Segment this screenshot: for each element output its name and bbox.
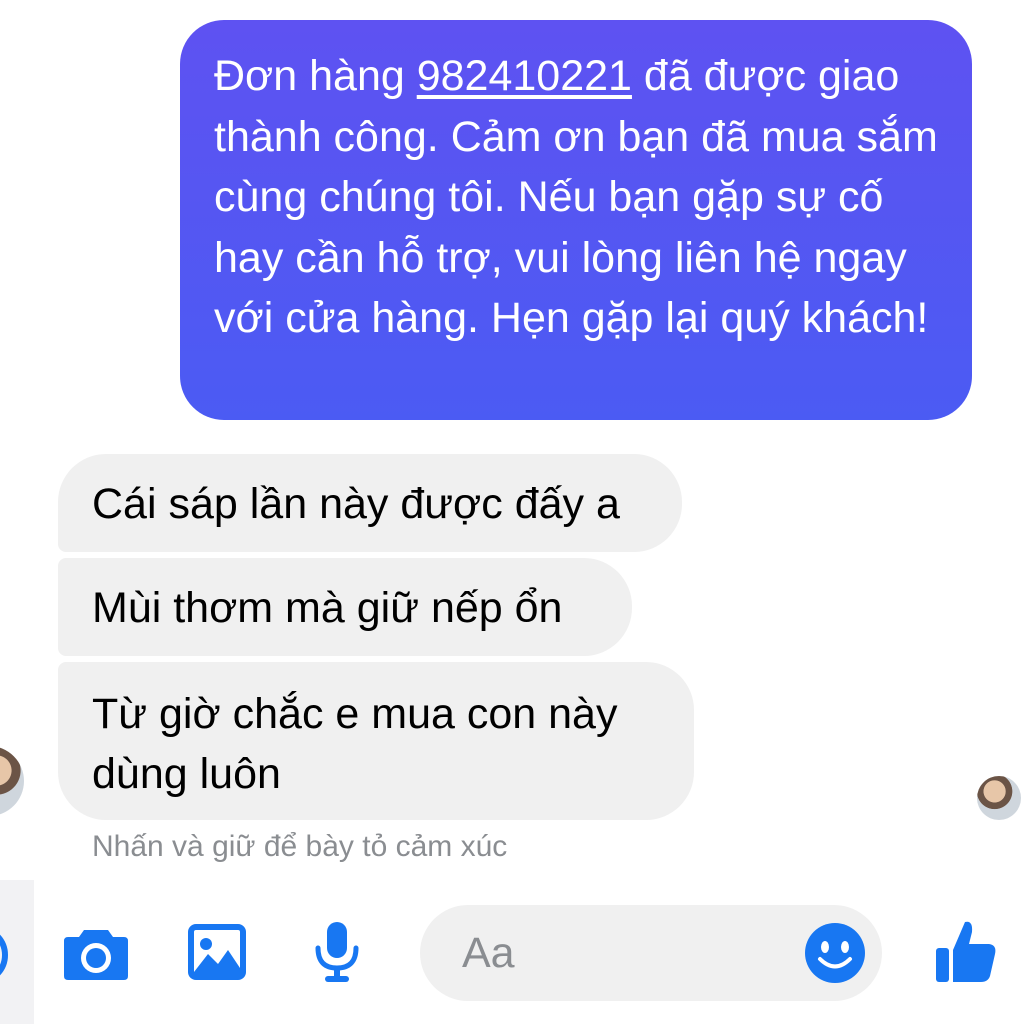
emoji-icon[interactable]: [804, 922, 866, 984]
microphone-icon[interactable]: [312, 920, 362, 984]
message-input-placeholder: Aa: [462, 929, 515, 977]
sent-message-bubble[interactable]: Đơn hàng 982410221 đã được giao thành cô…: [180, 20, 972, 420]
received-message-bubble[interactable]: Mùi thơm mà giữ nếp ổn: [58, 558, 632, 656]
received-message-text: Cái sáp lần này được đấy a: [92, 480, 620, 528]
reaction-hint: Nhấn và giữ để bày tỏ cảm xúc: [92, 830, 508, 863]
sent-message-prefix: Đơn hàng: [214, 52, 417, 100]
order-id-link[interactable]: 982410221: [417, 52, 632, 100]
seen-avatar: [977, 776, 1021, 820]
camera-icon[interactable]: [62, 926, 130, 982]
received-message-text: Từ giờ chắc e mua con này dùng luôn: [92, 690, 618, 798]
contact-avatar[interactable]: [0, 746, 24, 816]
thumbs-up-icon[interactable]: [934, 918, 998, 984]
image-icon[interactable]: [186, 922, 248, 982]
received-message-text: Mùi thơm mà giữ nếp ổn: [92, 584, 563, 632]
received-message-bubble[interactable]: Từ giờ chắc e mua con này dùng luôn: [58, 662, 694, 820]
received-message-bubble[interactable]: Cái sáp lần này được đấy a: [58, 454, 682, 552]
more-icon[interactable]: [0, 926, 8, 984]
